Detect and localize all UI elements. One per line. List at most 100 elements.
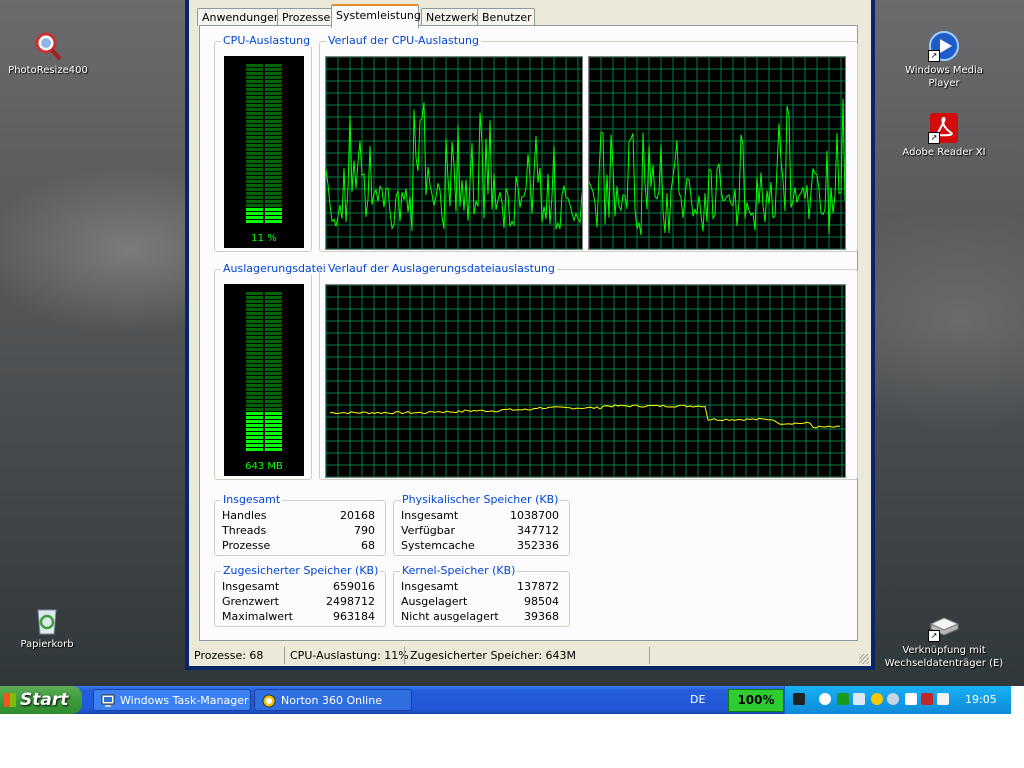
tray-app-icon-1[interactable] [837,693,849,705]
meter-segment [265,360,282,363]
meter-segment [265,300,282,303]
pdf-icon: ↗ [928,112,960,144]
meter-segment-lit [246,412,263,415]
cpu-usage-meter: 11 % [224,56,304,248]
meter-segment-lit [265,448,282,451]
meter-segment [265,148,282,151]
language-indicator[interactable]: DE [690,686,705,714]
tray-app-icon-3[interactable] [921,693,933,705]
meter-segment [265,296,282,299]
meter-segment-lit [246,424,263,427]
tab-benutzer[interactable]: Benutzer [477,8,535,26]
status-processes: Prozesse: 68 [194,649,264,662]
tab-netzwerk[interactable]: Netzwerk [421,8,479,26]
meter-segment [246,296,263,299]
meter-segment [246,68,263,71]
meter-segment [265,172,282,175]
meter-segment [265,92,282,95]
meter-segment [265,396,282,399]
meter-segment-lit [246,428,263,431]
meter-segment-lit [246,448,263,451]
meter-segment [265,112,282,115]
meter-segment [246,292,263,295]
desktop-icon-recycle-bin[interactable]: Papierkorb [0,604,102,651]
meter-segment [265,168,282,171]
signal-icon[interactable] [905,693,917,705]
network-icon[interactable] [853,693,865,705]
stat-row-threads: Threads 790 [222,524,375,537]
meter-segment [265,372,282,375]
meter-segment [246,136,263,139]
physical-memory-title: Physikalischer Speicher (KB) [400,493,561,506]
meter-segment [246,372,263,375]
commit-charge-group: Zugesicherter Speicher (KB) Insgesamt 659… [214,564,386,627]
tab-prozesse[interactable]: Prozesse [277,8,333,26]
tray-app-icon-4[interactable] [937,693,949,705]
meter-segment [246,304,263,307]
taskbar-button-task-manager[interactable]: Windows Task-Manager [93,689,251,711]
desktop-icon-photoresize[interactable]: PhotoResize400 [0,30,103,77]
meter-segment [246,140,263,143]
desktop-icon-adobe-reader[interactable]: ↗ Adobe Reader XI [889,112,999,159]
tray-app-icon-2[interactable] [887,693,899,705]
meter-segment [265,364,282,367]
resize-grip[interactable] [859,654,869,664]
start-button[interactable]: Start [0,686,82,714]
meter-segment [246,64,263,67]
meter-segment-lit [265,428,282,431]
meter-segment [265,304,282,307]
meter-segment-lit [246,216,263,219]
pagefile-history-trace [329,404,841,429]
cpu-history-graph-core-1 [325,56,583,250]
meter-segment [265,84,282,87]
meter-segment [265,380,282,383]
meter-segment [246,76,263,79]
taskbar-button-norton[interactable]: Norton 360 Online [254,689,412,711]
meter-segment [265,132,282,135]
meter-segment [265,356,282,359]
stat-row-physical-available: Verfügbar 347712 [401,524,559,537]
norton-tray-icon[interactable] [871,693,883,705]
meter-segment [265,392,282,395]
power-plug-icon[interactable] [793,693,805,705]
stat-row-kernel-paged: Ausgelagert 98504 [401,595,559,608]
meter-segment [265,68,282,71]
meter-segment [246,336,263,339]
cpu-usage-title: CPU-Auslastung [221,34,313,47]
shortcut-arrow-icon: ↗ [928,630,940,642]
pagefile-history-group: Verlauf der Auslagerungsdateiauslastung [319,262,858,480]
commit-charge-title: Zugesicherter Speicher (KB) [221,564,381,577]
stat-row-system-cache: Systemcache 352336 [401,539,559,552]
meter-segment-lit [265,208,282,211]
meter-segment [246,384,263,387]
meter-segment [246,72,263,75]
cpu-history-trace [589,98,845,236]
cpu-history-graph-core-2 [588,56,846,250]
meter-segment [246,328,263,331]
meter-segment [265,328,282,331]
meter-segment-lit [265,212,282,215]
battery-indicator[interactable]: 100% [728,689,784,712]
meter-segment [246,380,263,383]
meter-segment [265,192,282,195]
stat-row-physical-total: Insgesamt 1038700 [401,509,559,522]
desktop-icon-media-player[interactable]: ↗ Windows Media Player [889,30,999,90]
tray-expand-icon[interactable] [819,693,831,705]
meter-segment [246,180,263,183]
desktop-icon-label: Windows Media Player [905,65,983,89]
tab-systemleistung[interactable]: Systemleistung [331,4,421,28]
meter-segment [246,316,263,319]
desktop-icon-removable-drive[interactable]: ↗ Verknüpfung mit Wechseldatenträger (E) [875,610,1013,670]
meter-segment [246,196,263,199]
meter-segment [265,384,282,387]
meter-segment [246,96,263,99]
meter-segment-lit [246,444,263,447]
meter-segment-lit [246,208,263,211]
norton-icon [262,694,276,708]
meter-segment-lit [265,420,282,423]
tab-anwendungen[interactable]: Anwendungen [197,8,281,26]
meter-segment [265,388,282,391]
pagefile-value: 643 MB [245,461,283,472]
clock[interactable]: 19:05 [965,686,997,714]
task-manager-body: Anwendungen Prozesse Systemleistung Netz… [189,0,871,666]
